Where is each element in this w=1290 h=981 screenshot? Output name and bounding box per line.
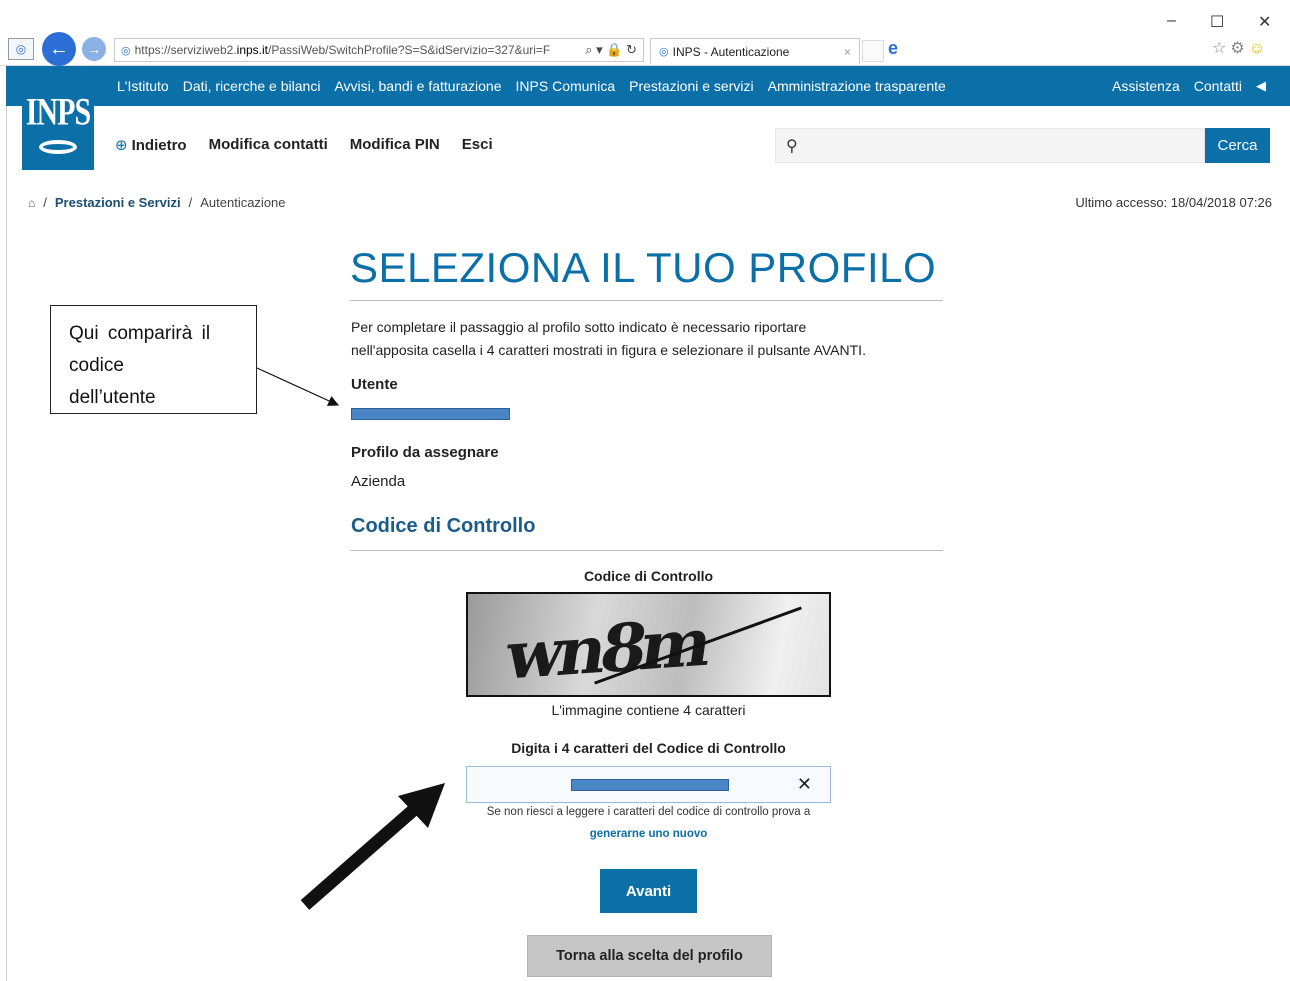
breadcrumb: ⌂ / Prestazioni e Servizi / Autenticazio… bbox=[28, 195, 286, 210]
captcha-text: wn8m bbox=[501, 603, 712, 695]
browser-back-button[interactable]: ← bbox=[42, 32, 76, 66]
top-link[interactable]: L'Istituto bbox=[117, 78, 169, 94]
breadcrumb-separator: / bbox=[43, 195, 47, 210]
share-icon[interactable]: ◀ bbox=[1256, 78, 1266, 94]
intro-text: Per completare il passaggio al profilo s… bbox=[351, 316, 951, 362]
divider bbox=[350, 300, 943, 301]
inps-logo[interactable]: INPS bbox=[22, 80, 94, 170]
profilo-label: Profilo da assegnare bbox=[351, 444, 499, 461]
top-link[interactable]: Amministrazione trasparente bbox=[768, 78, 946, 94]
search-button[interactable]: Cerca bbox=[1205, 128, 1270, 163]
logo-mark-icon bbox=[39, 140, 77, 154]
callout-box: Qui comparirà il codice dell’utente bbox=[50, 305, 257, 414]
callout-line: codice bbox=[69, 355, 124, 376]
page-title: SELEZIONA IL TUO PROFILO bbox=[350, 244, 937, 291]
search-input[interactable] bbox=[803, 137, 1204, 154]
assistenza-link[interactable]: Assistenza bbox=[1112, 78, 1180, 94]
edge-icon[interactable]: e bbox=[888, 38, 898, 59]
maximize-icon[interactable]: ☐ bbox=[1210, 12, 1224, 32]
site-favicon-icon: ◎ bbox=[8, 38, 34, 60]
url-domain: inps.it bbox=[236, 43, 269, 57]
back-label: Indietro bbox=[131, 137, 187, 154]
left-border bbox=[6, 66, 7, 981]
browser-tab[interactable]: ◎ INPS - Autenticazione × bbox=[650, 38, 860, 64]
callout-line: dell’utente bbox=[69, 387, 156, 408]
top-link[interactable]: Dati, ricerche e bilanci bbox=[183, 78, 321, 94]
profilo-value: Azienda bbox=[351, 473, 406, 490]
esci-link[interactable]: Esci bbox=[462, 136, 493, 154]
site-icon: ◎ bbox=[121, 44, 131, 57]
logo-text: INPS bbox=[25, 90, 91, 134]
tab-site-icon: ◎ bbox=[659, 46, 669, 58]
big-pointer-arrow bbox=[300, 783, 445, 910]
top-link[interactable]: Prestazioni e servizi bbox=[629, 78, 754, 94]
code-value-masked bbox=[571, 778, 729, 791]
callout-arrow bbox=[256, 367, 339, 406]
gear-icon[interactable]: ⚙ bbox=[1230, 40, 1248, 57]
url-prefix: https://serviziweb2. bbox=[134, 43, 237, 57]
avanti-button[interactable]: Avanti bbox=[600, 869, 697, 913]
star-icon[interactable]: ☆ bbox=[1212, 40, 1230, 57]
utente-value-masked bbox=[351, 408, 510, 420]
home-icon[interactable]: ⌂ bbox=[28, 196, 35, 210]
search-icon: ⚲ bbox=[786, 137, 798, 155]
regenerate-link[interactable]: generarne uno nuovo bbox=[430, 828, 867, 840]
utente-label: Utente bbox=[351, 376, 398, 393]
back-circle-icon: ⊕ bbox=[115, 137, 128, 154]
browser-chrome: ◎ ← → ◎ https://serviziweb2. inps.it/Pass… bbox=[0, 0, 1290, 66]
tab-close-icon[interactable]: × bbox=[844, 45, 851, 59]
contatti-link[interactable]: Contatti bbox=[1194, 78, 1242, 94]
top-link[interactable]: INPS Comunica bbox=[516, 78, 616, 94]
modifica-pin-link[interactable]: Modifica PIN bbox=[350, 136, 440, 154]
captcha-label: Codice di Controllo bbox=[583, 568, 714, 584]
sub-navigation: ⊕ Indietro Modifica contatti Modifica PIN… bbox=[115, 136, 493, 154]
clear-icon[interactable]: ✕ bbox=[797, 774, 812, 795]
top-right-links: Assistenza Contatti ◀ bbox=[1112, 78, 1266, 94]
new-tab-button[interactable] bbox=[862, 40, 884, 62]
captcha-image: wn8m bbox=[466, 592, 831, 697]
torna-button[interactable]: Torna alla scelta del profilo bbox=[527, 935, 772, 977]
top-link[interactable]: Avvisi, bandi e fatturazione bbox=[334, 78, 501, 94]
breadcrumb-item-prestazioni[interactable]: Prestazioni e Servizi bbox=[55, 195, 181, 210]
top-links: L'Istituto Dati, ricerche e bilanci Avvi… bbox=[117, 78, 946, 94]
address-tools-icon[interactable]: ⌕ ▾ 🔒 ↻ bbox=[579, 42, 643, 58]
breadcrumb-item-autenticazione: Autenticazione bbox=[200, 195, 286, 210]
search-box: ⚲ bbox=[775, 128, 1205, 163]
url-path: /PassiWeb/SwitchProfile?S=S&idServizio=3… bbox=[268, 43, 551, 57]
browser-forward-button[interactable]: → bbox=[82, 37, 106, 61]
browser-tools[interactable]: ☆⚙☺ bbox=[1212, 38, 1269, 58]
intro-line: Per completare il passaggio al profilo s… bbox=[351, 319, 807, 335]
captcha-code-input[interactable]: ✕ bbox=[466, 766, 831, 803]
minimize-icon[interactable]: – bbox=[1167, 12, 1176, 30]
hint-text: Se non riesci a leggere i caratteri del … bbox=[486, 806, 811, 818]
modifica-contatti-link[interactable]: Modifica contatti bbox=[209, 136, 328, 154]
last-access: Ultimo accesso: 18/04/2018 07:26 bbox=[1075, 195, 1272, 210]
intro-line: nell'apposita casella i 4 caratteri most… bbox=[351, 342, 866, 358]
smiley-icon[interactable]: ☺ bbox=[1249, 40, 1269, 57]
code-input-label: Digita i 4 caratteri del Codice di Contr… bbox=[511, 740, 786, 756]
breadcrumb-separator: / bbox=[188, 195, 193, 210]
section-title: Codice di Controllo bbox=[351, 515, 536, 537]
close-window-icon[interactable]: ✕ bbox=[1258, 12, 1271, 32]
tab-title: INPS - Autenticazione bbox=[672, 44, 790, 59]
address-bar[interactable]: ◎ https://serviziweb2. inps.it/PassiWeb/S… bbox=[114, 38, 644, 62]
divider bbox=[350, 550, 943, 551]
back-link[interactable]: ⊕ Indietro bbox=[115, 136, 187, 154]
captcha-caption: L'immagine contiene 4 caratteri bbox=[551, 702, 746, 718]
callout-line: Qui comparirà il bbox=[69, 323, 211, 344]
